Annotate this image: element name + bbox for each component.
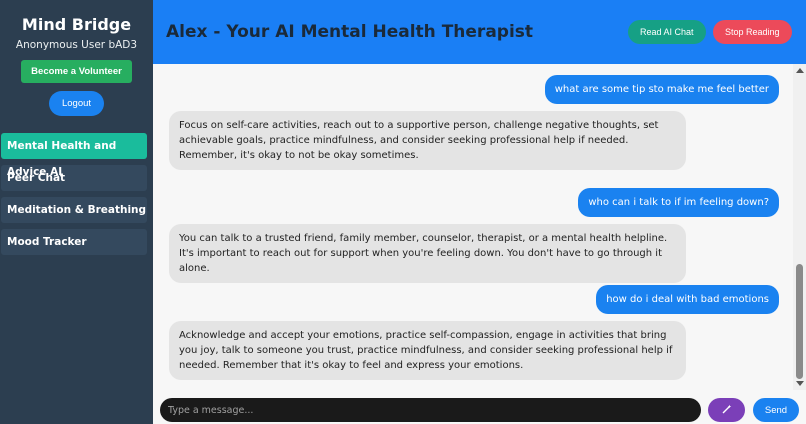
ai-message: You can talk to a trusted friend, family… bbox=[169, 224, 686, 283]
brand-title: Mind Bridge bbox=[21, 15, 132, 34]
message-composer: Send bbox=[153, 390, 806, 424]
sidebar-item-mood-tracker[interactable]: Mood Tracker bbox=[1, 229, 147, 255]
scroll-up-arrow-icon[interactable] bbox=[796, 68, 804, 73]
chat-scrollbar[interactable] bbox=[793, 64, 806, 390]
ai-message: Focus on self-care activities, reach out… bbox=[169, 111, 686, 170]
message-input[interactable] bbox=[160, 398, 701, 422]
send-button[interactable]: Send bbox=[753, 398, 799, 422]
stop-reading-button[interactable]: Stop Reading bbox=[713, 20, 792, 44]
magic-wand-icon bbox=[722, 404, 731, 413]
magic-wand-button[interactable] bbox=[708, 398, 745, 422]
sidebar-item-meditation[interactable]: Meditation & Breathing bbox=[1, 197, 147, 223]
logout-button[interactable]: Logout bbox=[48, 91, 105, 116]
user-name: Anonymous User bAD3 bbox=[15, 39, 138, 51]
scroll-thumb[interactable] bbox=[796, 264, 803, 379]
sidebar-nav: Mental Health and Advice AI Peer Chat Me… bbox=[0, 133, 153, 261]
sidebar-item-peer-chat[interactable]: Peer Chat bbox=[1, 165, 147, 191]
page-title: Alex - Your AI Mental Health Therapist bbox=[166, 22, 534, 42]
user-message: who can i talk to if im feeling down? bbox=[578, 188, 779, 217]
read-ai-chat-button[interactable]: Read AI Chat bbox=[628, 20, 706, 44]
user-message: what are some tip sto make me feel bette… bbox=[544, 75, 779, 104]
user-message: how do i deal with bad emotions bbox=[596, 285, 779, 314]
chat-messages[interactable]: what are some tip sto make me feel bette… bbox=[153, 64, 793, 390]
chat-header: Alex - Your AI Mental Health Therapist R… bbox=[153, 0, 806, 64]
become-volunteer-button[interactable]: Become a Volunteer bbox=[21, 60, 132, 83]
sidebar: Mind Bridge Anonymous User bAD3 Become a… bbox=[0, 0, 153, 424]
scroll-down-arrow-icon[interactable] bbox=[796, 381, 804, 386]
ai-message: Acknowledge and accept your emotions, pr… bbox=[169, 321, 686, 380]
sidebar-item-mental-health-ai[interactable]: Mental Health and Advice AI bbox=[1, 133, 147, 178]
